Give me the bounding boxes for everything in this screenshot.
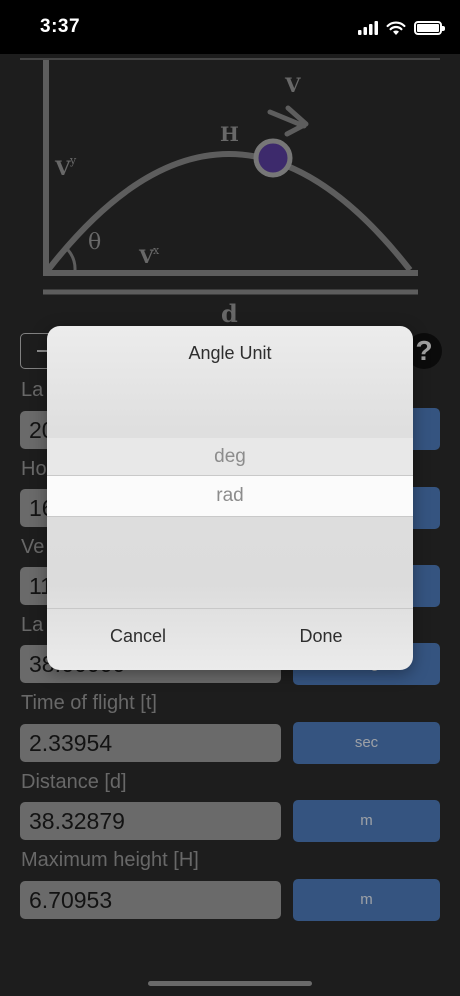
picker-option-rad[interactable]: rad <box>47 475 413 517</box>
cancel-button[interactable]: Cancel <box>78 626 198 647</box>
done-button[interactable]: Done <box>261 626 381 647</box>
signal-icon <box>358 21 378 35</box>
picker-title: Angle Unit <box>188 343 272 363</box>
battery-icon <box>414 21 445 35</box>
status-time: 3:37 <box>40 16 81 37</box>
status-icons <box>358 18 445 38</box>
picker-option-deg[interactable]: deg <box>47 438 413 475</box>
angle-unit-picker-dialog: Angle Unit deg rad Cancel Done <box>47 326 413 670</box>
picker-divider <box>47 608 413 609</box>
status-bar: 3:37 <box>0 0 460 54</box>
wifi-icon <box>386 21 406 35</box>
home-indicator <box>148 981 312 986</box>
